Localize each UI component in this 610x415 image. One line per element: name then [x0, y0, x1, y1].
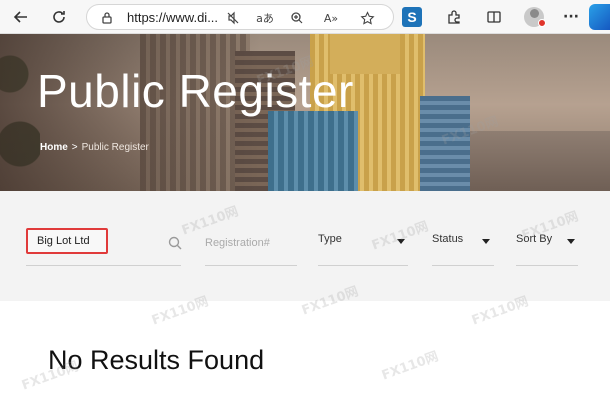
extension-s-icon[interactable]: S [402, 7, 422, 27]
registration-underline [205, 265, 297, 266]
chevron-down-icon[interactable] [482, 239, 490, 244]
edge-icon[interactable] [589, 4, 610, 30]
status-dropdown[interactable]: Status [432, 233, 463, 245]
registration-number-input[interactable] [205, 235, 295, 251]
filter-bar: Big Lot Ltd Type Status Sort By [0, 191, 610, 301]
address-bar[interactable]: https://www.di... aあ A» [86, 4, 394, 30]
chevron-down-icon[interactable] [397, 239, 405, 244]
search-icon[interactable] [168, 235, 182, 250]
page-title: Public Register [37, 65, 354, 117]
status-underline [432, 265, 494, 266]
lock-icon[interactable] [97, 8, 117, 28]
breadcrumb-home[interactable]: Home [40, 142, 68, 153]
favorite-icon[interactable] [357, 8, 377, 28]
split-screen-icon[interactable] [483, 6, 505, 28]
zoom-icon[interactable] [287, 8, 307, 28]
type-underline [318, 265, 408, 266]
notification-dot [538, 19, 546, 27]
browser-toolbar: https://www.di... aあ A» S ··· [0, 0, 610, 34]
more-icon[interactable]: ··· [560, 6, 582, 28]
search-underline [26, 265, 181, 266]
breadcrumb: Home > Public Register [40, 142, 149, 153]
sort-by-dropdown[interactable]: Sort By [516, 233, 552, 245]
type-dropdown[interactable]: Type [318, 233, 342, 245]
url-text[interactable]: https://www.di... [127, 10, 218, 25]
mute-icon[interactable] [223, 8, 243, 28]
read-aloud-icon[interactable]: A» [321, 8, 341, 28]
results-panel: No Results Found [0, 301, 610, 415]
refresh-icon[interactable] [48, 6, 70, 28]
no-results-message: No Results Found [48, 345, 265, 375]
translate-icon[interactable]: aあ [255, 8, 275, 28]
building-image [420, 96, 470, 191]
company-search-input[interactable]: Big Lot Ltd [26, 228, 108, 254]
building-image [268, 111, 358, 191]
hero-banner: Public Register Home > Public Register [0, 34, 610, 191]
breadcrumb-separator-icon: > [71, 142, 78, 153]
building-image [470, 131, 610, 191]
extensions-icon[interactable] [443, 6, 465, 28]
chevron-down-icon[interactable] [567, 239, 575, 244]
back-icon[interactable] [10, 6, 32, 28]
breadcrumb-current: Public Register [81, 142, 149, 153]
sort-underline [516, 265, 578, 266]
